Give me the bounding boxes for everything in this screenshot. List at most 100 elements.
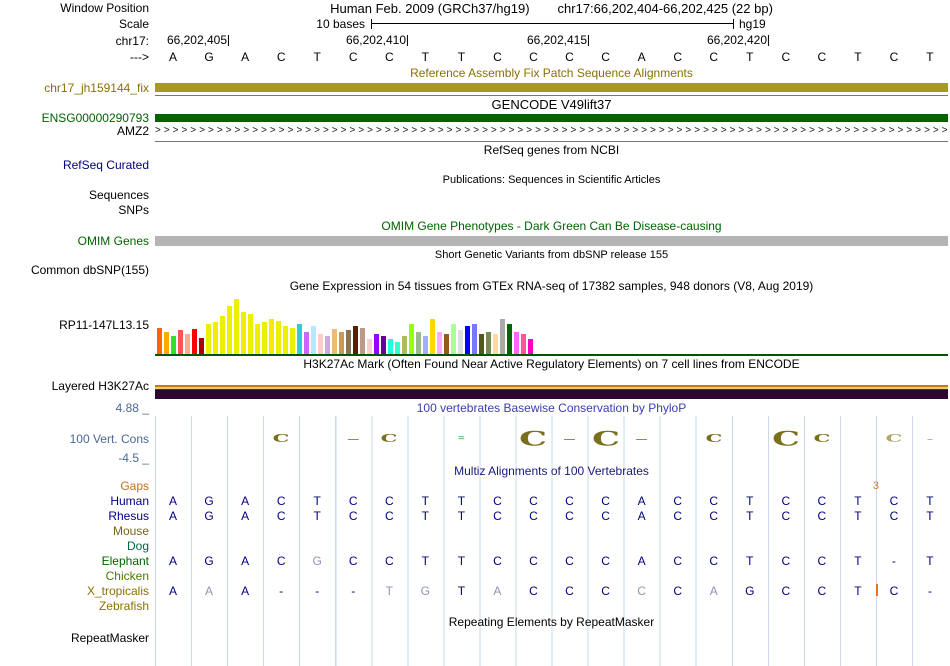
gtex-expression-bar[interactable] xyxy=(479,334,484,354)
gtex-expression-bar[interactable] xyxy=(220,316,225,354)
omim-gene-bar[interactable] xyxy=(155,236,948,246)
multiz-row-rhesus: Rhesus A G A C T C C T T C C C C A C C T C C T C T xyxy=(0,508,950,523)
gtex-expression-bar[interactable] xyxy=(416,332,421,354)
gtex-expression-bar[interactable] xyxy=(290,328,295,354)
species-label[interactable]: Rhesus xyxy=(0,508,155,523)
gtex-expression-bar[interactable] xyxy=(374,334,379,354)
alignment-base: T xyxy=(854,583,862,598)
gtex-expression-bar[interactable] xyxy=(507,324,512,354)
gtex-gene-label[interactable]: RP11-147L13.15 xyxy=(0,294,155,356)
gtex-expression-bar[interactable] xyxy=(493,334,498,354)
gtex-expression-bar[interactable] xyxy=(248,314,253,354)
gtex-expression-bar[interactable] xyxy=(206,324,211,354)
gtex-expression-bar[interactable] xyxy=(241,312,246,354)
phylop-conservation-track[interactable]: C — C = C — C — C C C C – xyxy=(155,416,948,462)
gene-exon-bar[interactable] xyxy=(155,114,948,122)
alignment-base: C xyxy=(817,583,827,598)
gtex-expression-bar[interactable] xyxy=(514,332,519,354)
alignment-base: C xyxy=(276,508,286,523)
gtex-expression-bar[interactable] xyxy=(262,322,267,354)
gtex-expression-bar[interactable] xyxy=(339,332,344,354)
gtex-expression-bar[interactable] xyxy=(381,336,386,354)
gtex-expression-bar[interactable] xyxy=(255,324,260,354)
sequences-label[interactable]: Sequences xyxy=(0,187,155,202)
h3k27ac-signal-band[interactable] xyxy=(155,385,948,399)
gtex-expression-bar[interactable] xyxy=(360,328,365,354)
phylop-track-label[interactable]: 100 Vert. Cons xyxy=(70,432,149,446)
gtex-expression-bar[interactable] xyxy=(465,326,470,354)
gtex-expression-bar[interactable] xyxy=(185,334,190,354)
fix-patch-track-label[interactable]: chr17_jh159144_fix xyxy=(0,80,155,95)
multiz-gaps-label[interactable]: Gaps xyxy=(0,479,155,493)
gtex-expression-bar[interactable] xyxy=(304,332,309,354)
gtex-expression-bar[interactable] xyxy=(346,330,351,354)
alignment-base: A xyxy=(241,553,250,568)
sequences-track-row: Sequences xyxy=(0,187,950,202)
gtex-expression-bar[interactable] xyxy=(367,339,372,354)
species-label[interactable]: Human xyxy=(0,493,155,508)
gtex-expression-bar[interactable] xyxy=(164,332,169,354)
multiz-alignment-rows: Gaps 3 Human A G A C T C C T T C C C C A C C T C C T C T Rhesus A G… xyxy=(0,479,950,613)
layered-h3k27ac-label[interactable]: Layered H3K27Ac xyxy=(0,372,155,400)
gtex-expression-bar[interactable] xyxy=(423,336,428,354)
gtex-expression-bar[interactable] xyxy=(500,319,505,354)
gtex-expression-bar[interactable] xyxy=(395,342,400,354)
gtex-expression-bar[interactable] xyxy=(430,319,435,354)
gtex-expression-bar[interactable] xyxy=(472,324,477,354)
gtex-expression-bar[interactable] xyxy=(332,329,337,354)
species-label[interactable]: Mouse xyxy=(0,523,155,538)
gtex-expression-bar[interactable] xyxy=(199,338,204,354)
species-label[interactable]: Elephant xyxy=(0,553,155,568)
coordinate-tick: 66,202,410 xyxy=(345,33,408,47)
gtex-expression-bar[interactable] xyxy=(521,334,526,354)
alignment-base: T xyxy=(385,583,393,598)
gene-intron-arrows[interactable]: >>>>>>>>>>>>>>>>>>>>>>>>>>>>>>>>>>>>>>>>… xyxy=(155,124,948,138)
species-label[interactable]: Zebrafish xyxy=(0,598,155,613)
gtex-expression-bar[interactable] xyxy=(227,306,232,354)
gtex-expression-bar[interactable] xyxy=(269,319,274,354)
gtex-expression-bar[interactable] xyxy=(353,326,358,354)
gtex-expression-bar[interactable] xyxy=(402,336,407,354)
gtex-header-row: Gene Expression in 54 tissues from GTEx … xyxy=(0,278,950,294)
species-label[interactable]: Dog xyxy=(0,538,155,553)
gtex-expression-bar[interactable] xyxy=(157,328,162,354)
gene-name-label[interactable]: AMZ2 xyxy=(0,124,155,138)
fix-patch-item[interactable] xyxy=(155,83,948,92)
base-letter: T xyxy=(746,50,754,64)
refseq-curated-label[interactable]: RefSeq Curated xyxy=(0,157,155,173)
gtex-expression-bar[interactable] xyxy=(325,336,330,354)
gtex-expression-bar[interactable] xyxy=(171,336,176,354)
common-dbsnp-label[interactable]: Common dbSNP(155) xyxy=(0,262,155,278)
gtex-expression-bar[interactable] xyxy=(528,339,533,354)
gtex-expression-bar[interactable] xyxy=(444,334,449,354)
gtex-expression-bar[interactable] xyxy=(451,324,456,354)
gtex-expression-bar[interactable] xyxy=(409,324,414,354)
gtex-expression-bar[interactable] xyxy=(318,334,323,354)
omim-genes-label[interactable]: OMIM Genes xyxy=(0,234,155,248)
gtex-expression-bar[interactable] xyxy=(213,322,218,354)
gtex-bar-chart[interactable] xyxy=(157,299,533,354)
gtex-expression-bar[interactable] xyxy=(297,324,302,354)
gtex-expression-bar[interactable] xyxy=(178,330,183,354)
alignment-base: C xyxy=(673,553,682,568)
gtex-expression-bar[interactable] xyxy=(437,332,442,354)
snps-label[interactable]: SNPs xyxy=(0,202,155,218)
reference-sequence-track[interactable]: AGACTCCTTCCCCACCTCCTCT xyxy=(155,49,948,65)
gtex-expression-bar[interactable] xyxy=(192,329,197,354)
gtex-expression-bar[interactable] xyxy=(388,339,393,354)
gtex-expression-bar[interactable] xyxy=(276,321,281,354)
species-label[interactable]: X_tropicalis xyxy=(0,583,155,598)
gtex-expression-bar[interactable] xyxy=(458,330,463,354)
alignment-base: - xyxy=(315,583,320,598)
multiz-gaps-track: 3 xyxy=(155,479,948,493)
repeatmasker-label[interactable]: RepeatMasker xyxy=(0,630,155,646)
assembly-name: Human Feb. 2009 (GRCh37/hg19) xyxy=(330,0,530,16)
gtex-expression-bar[interactable] xyxy=(234,299,239,354)
alignment-base: C xyxy=(673,508,682,523)
gene-id-label[interactable]: ENSG00000290793 xyxy=(0,111,155,125)
gtex-expression-bar[interactable] xyxy=(283,326,288,354)
gtex-expression-bar[interactable] xyxy=(311,326,316,354)
gtex-expression-bar[interactable] xyxy=(486,332,491,354)
alignment-base: C xyxy=(529,583,538,598)
species-label[interactable]: Chicken xyxy=(0,568,155,583)
